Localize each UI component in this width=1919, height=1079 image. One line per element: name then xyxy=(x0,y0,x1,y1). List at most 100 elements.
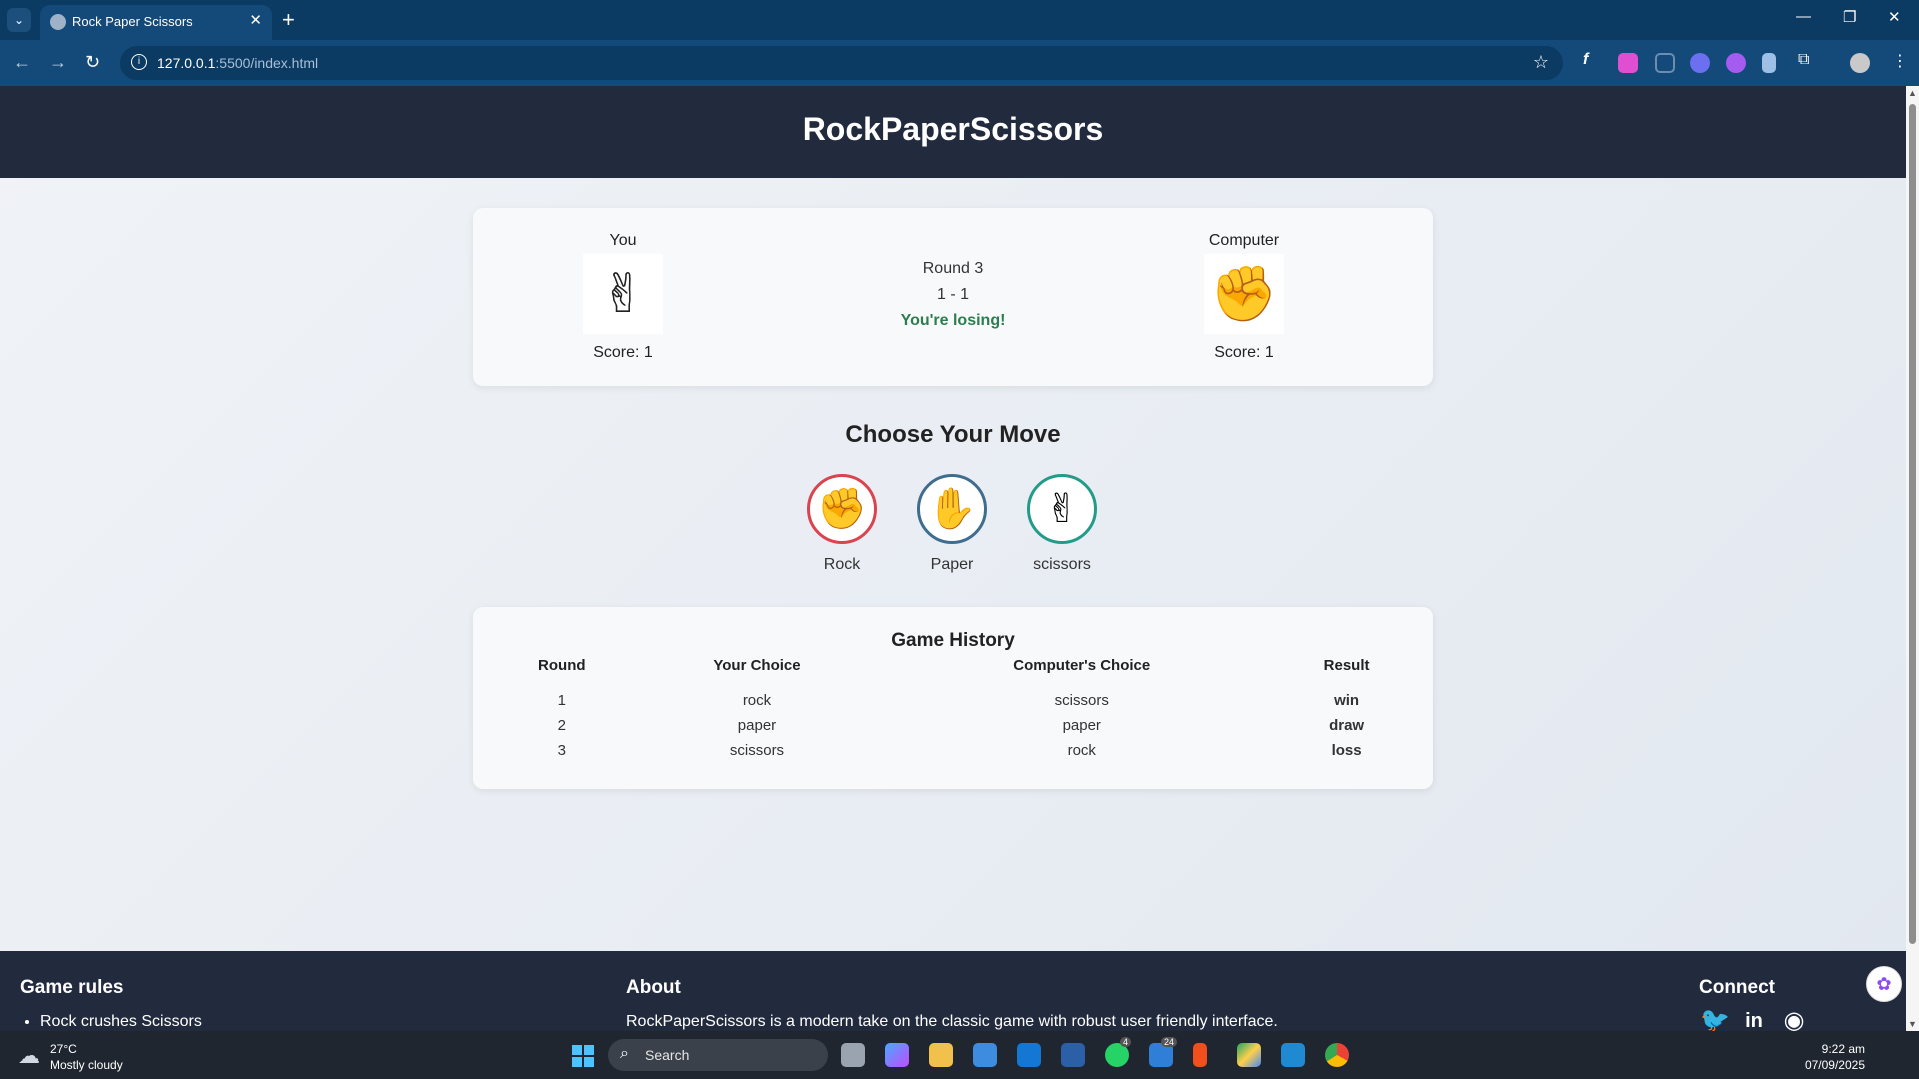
close-window-icon[interactable]: ✕ xyxy=(1888,8,1901,26)
chrome-icon[interactable] xyxy=(1325,1043,1349,1067)
taskbar-search[interactable]: ⌕ Search xyxy=(608,1039,828,1071)
extension-screen-icon[interactable] xyxy=(1655,53,1675,73)
new-tab-button[interactable]: + xyxy=(282,7,295,33)
column-header: Your Choice xyxy=(713,657,801,674)
browser-menu-icon[interactable]: ⋮ xyxy=(1892,51,1908,71)
connect-heading: Connect xyxy=(1699,977,1775,998)
reload-icon[interactable]: ↻ xyxy=(85,52,100,73)
paper-label: Paper xyxy=(930,556,974,573)
vscode-icon[interactable] xyxy=(1281,1043,1305,1067)
site-footer: Game rules Rock crushes Scissors About R… xyxy=(0,951,1906,1031)
history-table: Round Your Choice Computer's Choice Resu… xyxy=(493,657,1413,763)
weather-temperature[interactable]: 27°C xyxy=(50,1042,77,1056)
rules-list: Rock crushes Scissors xyxy=(40,1013,202,1031)
google-drive-icon[interactable] xyxy=(1237,1043,1261,1067)
scissors-label: scissors xyxy=(1033,556,1091,573)
rock-button[interactable]: ✊ Rock xyxy=(787,474,897,574)
round-cell: 2 xyxy=(557,717,566,734)
extension-doc-icon[interactable] xyxy=(1762,53,1776,73)
result-cell: win xyxy=(1334,692,1360,709)
scrollbar-thumb[interactable] xyxy=(1909,104,1916,944)
table-row: 2 paper paper draw xyxy=(493,713,1413,738)
rock-hand-icon: ✊ xyxy=(1204,254,1284,334)
about-text: RockPaperScissors is a modern take on th… xyxy=(626,1013,1278,1030)
search-placeholder: Search xyxy=(645,1047,690,1063)
close-tab-icon[interactable]: ✕ xyxy=(249,11,262,29)
column-header: Computer's Choice xyxy=(1013,657,1151,674)
weather-description[interactable]: Mostly cloudy xyxy=(50,1058,123,1072)
windows-start-icon[interactable] xyxy=(572,1045,594,1067)
player-score: Score: 1 xyxy=(593,344,653,361)
rule-item: Rock crushes Scissors xyxy=(40,1013,202,1031)
scroll-up-arrow-icon[interactable]: ▲ xyxy=(1908,88,1917,98)
choose-move-title: Choose Your Move xyxy=(845,421,1061,448)
player-you: You ✌ Score: 1 xyxy=(533,232,713,362)
cloud-weather-icon[interactable]: ☁ xyxy=(18,1043,40,1069)
computer-choice-cell: scissors xyxy=(1054,692,1109,709)
os-taskbar: ☁ 27°C Mostly cloudy ⌕ Search 4 24 9:22 … xyxy=(0,1031,1919,1079)
table-row: 3 scissors rock loss xyxy=(493,738,1413,763)
mail-badge: 24 xyxy=(1161,1037,1178,1047)
history-title: Game History xyxy=(891,630,1015,651)
forward-icon[interactable]: → xyxy=(49,52,67,73)
clock-date[interactable]: 07/09/2025 xyxy=(1805,1058,1865,1072)
table-row: 1 rock scissors win xyxy=(493,688,1413,713)
extension-gear-icon[interactable] xyxy=(1690,53,1710,73)
restore-icon[interactable]: ❐ xyxy=(1843,8,1856,26)
file-explorer-icon[interactable] xyxy=(929,1043,953,1067)
extensions-puzzle-icon[interactable]: ⧉ xyxy=(1798,51,1809,69)
back-icon[interactable]: ← xyxy=(13,52,31,73)
powershell-icon[interactable] xyxy=(1061,1043,1085,1067)
address-bar[interactable]: i 127.0.0.1:5500/index.html ☆ xyxy=(120,46,1563,80)
scroll-down-arrow-icon[interactable]: ▼ xyxy=(1908,1019,1917,1029)
column-header: Round xyxy=(538,657,586,674)
page-viewport: RockPaperScissors You ✌ Score: 1 Round 3… xyxy=(0,86,1906,1031)
task-view-icon[interactable] xyxy=(841,1043,865,1067)
tab-list-button[interactable]: ⌄ xyxy=(7,8,31,32)
computer-label: Computer xyxy=(1208,232,1280,249)
rock-label: Rock xyxy=(823,556,861,573)
page-scrollbar[interactable]: ▲ ▼ xyxy=(1906,86,1919,1031)
linkedin-icon[interactable]: in xyxy=(1740,1007,1768,1031)
site-info-icon[interactable]: i xyxy=(131,54,147,70)
microsoft-store-icon[interactable] xyxy=(973,1043,997,1067)
score-line: 1 - 1 xyxy=(936,286,969,303)
rock-hand-icon[interactable]: ✊ xyxy=(807,474,877,544)
figma-icon[interactable] xyxy=(1193,1043,1207,1067)
your-choice-cell: paper xyxy=(737,717,777,734)
player-label: You xyxy=(609,232,637,249)
computer-score: Score: 1 xyxy=(1214,344,1274,361)
game-history: Game History Round Your Choice Computer'… xyxy=(473,607,1433,789)
paper-button[interactable]: ✋ Paper xyxy=(897,474,1007,574)
url-text[interactable]: 127.0.0.1:5500/index.html xyxy=(157,55,318,71)
outlook-icon[interactable] xyxy=(1017,1043,1041,1067)
round-label: Round 3 xyxy=(922,260,984,277)
clock-time[interactable]: 9:22 am xyxy=(1822,1042,1865,1056)
result-cell: draw xyxy=(1329,717,1365,734)
paper-hand-icon[interactable]: ✋ xyxy=(917,474,987,544)
extension-pink-icon[interactable] xyxy=(1618,53,1638,73)
fx-extension-icon[interactable]: f xyxy=(1583,51,1588,69)
round-cell: 3 xyxy=(557,742,566,759)
profile-avatar[interactable] xyxy=(1850,53,1870,73)
computer-choice-cell: paper xyxy=(1062,717,1101,734)
assistant-brain-icon[interactable]: ✿ xyxy=(1866,966,1902,1002)
player-computer: Computer ✊ Score: 1 xyxy=(1154,232,1334,362)
globe-icon xyxy=(50,14,66,30)
site-title: RockPaperScissors xyxy=(802,111,1104,147)
scissors-hand-icon[interactable]: ✌ xyxy=(1027,474,1097,544)
your-choice-cell: rock xyxy=(742,692,772,709)
round-cell: 1 xyxy=(557,692,566,709)
computer-choice-cell: rock xyxy=(1067,742,1096,759)
browser-tab[interactable]: Rock Paper Scissors ✕ xyxy=(40,5,272,40)
scissors-button[interactable]: ✌ scissors xyxy=(1007,474,1117,574)
twitter-icon[interactable]: 🐦 xyxy=(1700,1007,1730,1031)
game-rules-heading: Game rules xyxy=(20,977,124,998)
status-message: You're losing! xyxy=(900,312,1006,329)
minimize-icon[interactable]: — xyxy=(1796,8,1811,25)
bookmark-star-icon[interactable]: ☆ xyxy=(1533,52,1549,73)
extension-brain-icon[interactable] xyxy=(1726,53,1746,73)
discord-icon[interactable]: ◉ xyxy=(1780,1007,1808,1031)
copilot-icon[interactable] xyxy=(885,1043,909,1067)
scoreboard: You ✌ Score: 1 Round 3 1 - 1 You're losi… xyxy=(473,208,1433,386)
